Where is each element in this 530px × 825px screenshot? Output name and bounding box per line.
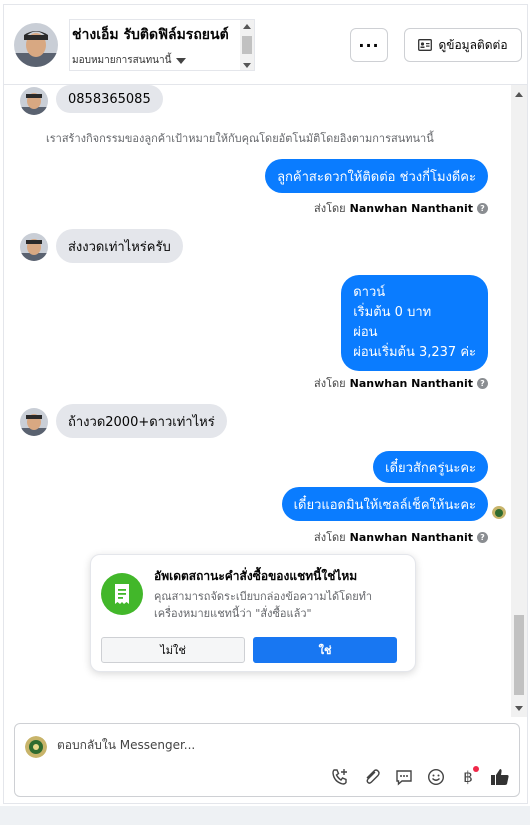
message-thread: 0858365085 เราสร้างกิจกรรมของลูกค้าเป้าห… bbox=[4, 85, 514, 717]
help-icon[interactable]: ? bbox=[477, 377, 488, 389]
sent-by-prefix: ส่งโดย bbox=[314, 531, 346, 544]
baht-icon[interactable]: ฿ bbox=[457, 766, 479, 788]
scroll-up-icon[interactable] bbox=[515, 92, 523, 97]
window-bottom-edge bbox=[0, 806, 530, 825]
incoming-message[interactable]: 0858365085 bbox=[56, 85, 163, 113]
conversation-header: ช่างเอ็ม รับติดฟิล์มรถยนต์ มอบหมายการสนท… bbox=[4, 5, 527, 85]
reply-input[interactable] bbox=[57, 738, 357, 752]
sent-by-label: ส่งโดย Nanwhan Nanthanit ? bbox=[314, 374, 488, 392]
scroll-up-icon[interactable] bbox=[243, 24, 251, 29]
assign-label: มอบหมายการสนทนานี้ bbox=[72, 55, 172, 66]
prompt-body: คุณสามารถจัดระเบียบกล่องข้อความได้โดยทำเ… bbox=[154, 590, 373, 620]
thumbs-up-icon[interactable] bbox=[489, 766, 511, 788]
incoming-message[interactable]: ถ้างวด2000+ดาวเท่าไหร่ bbox=[56, 404, 227, 438]
assign-conversation-dropdown[interactable]: มอบหมายการสนทนานี้ bbox=[72, 53, 187, 68]
view-contact-label: ดูข้อมูลติดต่อ bbox=[438, 37, 508, 52]
sender-name: Nanwhan Nanthanit bbox=[349, 201, 473, 215]
contact-avatar[interactable] bbox=[14, 23, 58, 67]
sent-by-label: ส่งโดย Nanwhan Nanthanit ? bbox=[314, 528, 488, 546]
sent-by-prefix: ส่งโดย bbox=[314, 377, 346, 390]
scroll-thumb[interactable] bbox=[242, 36, 252, 54]
thread-scrollbar[interactable] bbox=[511, 85, 527, 717]
messenger-panel: ช่างเอ็ม รับติดฟิล์มรถยนต์ มอบหมายการสนท… bbox=[3, 4, 528, 804]
contact-avatar-small[interactable] bbox=[20, 408, 48, 436]
receipt-icon bbox=[101, 573, 143, 615]
contact-name[interactable]: ช่างเอ็ม รับติดฟิล์มรถยนต์ bbox=[72, 24, 229, 46]
message-line: ผ่อนเริ่มต้น 3,237 ค่ะ bbox=[353, 345, 476, 360]
sent-by-label: ส่งโดย Nanwhan Nanthanit ? bbox=[314, 199, 488, 217]
composer-toolbar: ฿ bbox=[329, 766, 511, 788]
sender-name: Nanwhan Nanthanit bbox=[349, 376, 473, 390]
more-options-button[interactable]: ··· bbox=[350, 28, 388, 62]
help-icon[interactable]: ? bbox=[477, 202, 488, 214]
reply-composer: ฿ bbox=[14, 723, 520, 797]
contact-avatar-small[interactable] bbox=[20, 87, 48, 115]
sent-by-prefix: ส่งโดย bbox=[314, 202, 346, 215]
outgoing-message[interactable]: ลูกค้าสะดวกให้ติดต่อ ช่วงกี่โมงดีคะ bbox=[265, 159, 488, 193]
scroll-down-icon[interactable] bbox=[243, 63, 251, 68]
page-avatar bbox=[25, 736, 47, 758]
contact-avatar-small[interactable] bbox=[20, 233, 48, 261]
contact-card-icon bbox=[418, 39, 433, 51]
contact-name-box: ช่างเอ็ม รับติดฟิล์มรถยนต์ มอบหมายการสนท… bbox=[69, 19, 255, 71]
help-icon[interactable]: ? bbox=[477, 531, 488, 543]
paperclip-icon[interactable] bbox=[361, 766, 383, 788]
prompt-title: อัพเดตสถานะคำสั่งซื้อของแชทนี้ใช่ไหม bbox=[154, 569, 358, 583]
view-contact-button[interactable]: ดูข้อมูลติดต่อ bbox=[404, 28, 522, 62]
incoming-message[interactable]: ส่งงวดเท่าไหร่ครับ bbox=[56, 229, 183, 263]
smiley-icon[interactable] bbox=[425, 766, 447, 788]
outgoing-message[interactable]: เดี๋ยวสักครู่นะคะ bbox=[373, 451, 488, 483]
sender-name: Nanwhan Nanthanit bbox=[349, 530, 473, 544]
scroll-down-icon[interactable] bbox=[515, 706, 523, 711]
name-scrollbar[interactable] bbox=[240, 20, 254, 70]
phone-plus-icon[interactable] bbox=[329, 766, 351, 788]
outgoing-message[interactable]: เดี๋ยวแอดมินให้เซลล์เช็คให้นะคะ bbox=[281, 487, 488, 521]
seen-indicator-avatar bbox=[492, 505, 506, 519]
message-line: เริ่มต้น 0 บาท bbox=[353, 305, 432, 320]
chat-bubble-icon[interactable] bbox=[393, 766, 415, 788]
notification-dot bbox=[473, 766, 479, 772]
outgoing-message-multiline[interactable]: ดาวน์ เริ่มต้น 0 บาท ผ่อน ผ่อนเริ่มต้น 3… bbox=[341, 275, 488, 371]
yes-button[interactable]: ใช่ bbox=[253, 637, 397, 663]
message-line: ดาวน์ bbox=[353, 285, 386, 300]
no-button[interactable]: ไม่ใช่ bbox=[101, 637, 245, 663]
caret-down-icon bbox=[176, 57, 187, 64]
system-note: เราสร้างกิจกรรมของลูกค้าเป้าหมายให้กับคุ… bbox=[46, 132, 434, 145]
message-line: ผ่อน bbox=[353, 325, 378, 340]
order-status-prompt: อัพเดตสถานะคำสั่งซื้อของแชทนี้ใช่ไหม คุณ… bbox=[90, 554, 416, 672]
scroll-thumb[interactable] bbox=[514, 615, 524, 695]
